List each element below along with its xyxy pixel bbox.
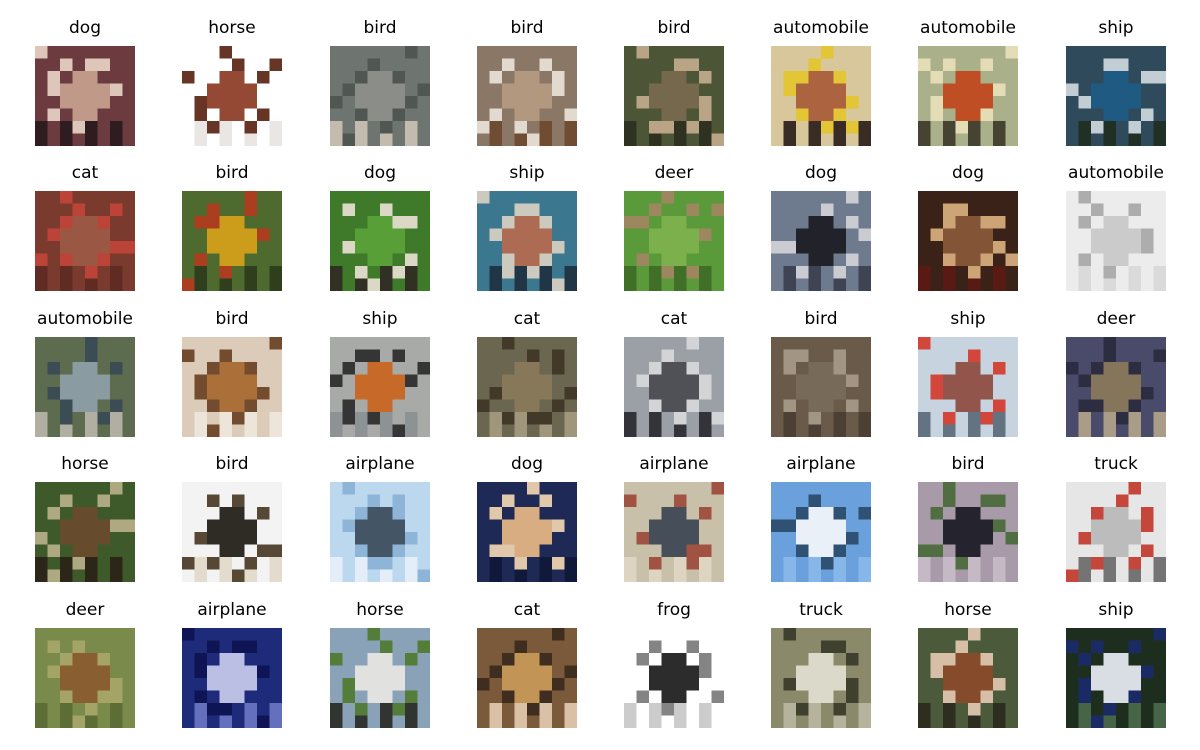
- sample-image: [477, 628, 577, 728]
- sample-image: [771, 191, 871, 291]
- sample-image: [918, 628, 1018, 728]
- sample-image: [182, 46, 282, 146]
- sample-image: [918, 337, 1018, 437]
- sample-image: [330, 191, 430, 291]
- sample-image: [918, 482, 1018, 582]
- sample-image: [1066, 337, 1166, 437]
- sample-image: [624, 191, 724, 291]
- sample-image: [182, 628, 282, 728]
- sample-image: [771, 46, 871, 146]
- sample-image: [477, 191, 577, 291]
- sample-image: [330, 46, 430, 146]
- image-label: deer: [1096, 309, 1136, 329]
- sample-image: [624, 337, 724, 437]
- sample-image: [771, 628, 871, 728]
- sample-image: [35, 337, 135, 437]
- sample-image: [35, 46, 135, 146]
- image-label: automobile: [1068, 163, 1164, 183]
- sample-image: [1066, 191, 1166, 291]
- sample-image: [624, 482, 724, 582]
- sample-image: [477, 337, 577, 437]
- sample-image: [330, 628, 430, 728]
- sample-image: [35, 482, 135, 582]
- sample-image: [918, 46, 1018, 146]
- sample-image: [35, 628, 135, 728]
- image-label: ship: [1098, 600, 1134, 620]
- sample-image: [624, 46, 724, 146]
- sample-image: [182, 191, 282, 291]
- sample-image: [477, 482, 577, 582]
- sample-image: [1066, 46, 1166, 146]
- sample-image: [1066, 482, 1166, 582]
- sample-image: [182, 482, 282, 582]
- image-label: ship: [1098, 18, 1134, 38]
- sample-image: [35, 191, 135, 291]
- sample-image: [771, 337, 871, 437]
- sample-image: [771, 482, 871, 582]
- sample-image: [330, 337, 430, 437]
- sample-image: [1066, 628, 1166, 728]
- image-label: truck: [1094, 454, 1138, 474]
- sample-image: [477, 46, 577, 146]
- sample-image: [624, 628, 724, 728]
- image-grid: dog horse bird bird bird automobile automobile…: [0, 0, 1200, 750]
- sample-image: [918, 191, 1018, 291]
- sample-image: [182, 337, 282, 437]
- sample-image: [330, 482, 430, 582]
